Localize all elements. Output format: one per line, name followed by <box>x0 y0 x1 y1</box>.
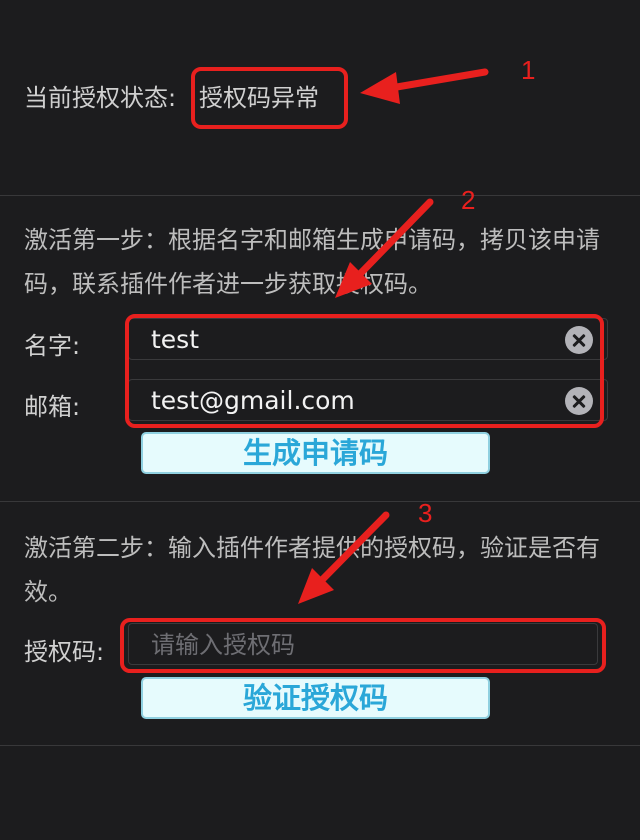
step1-section: 激活第一步：根据名字和邮箱生成申请码，拷贝该申请码，联系插件作者进一步获取授权码… <box>0 196 640 501</box>
step2-description: 激活第二步：输入插件作者提供的授权码，验证是否有效。 <box>24 534 600 606</box>
email-field[interactable]: test@gmail.com <box>128 379 608 421</box>
annotation-number-3: 3 <box>418 498 433 528</box>
status-label: 当前授权状态: <box>24 84 177 112</box>
name-field-value[interactable]: test <box>151 323 199 357</box>
status-value: 授权码异常 <box>199 84 319 112</box>
clear-email-icon[interactable] <box>565 387 593 415</box>
step1-description: 激活第一步：根据名字和邮箱生成申请码，拷贝该申请码，联系插件作者进一步获取授权码… <box>24 226 600 298</box>
divider <box>0 745 640 746</box>
annotation-number-2: 2 <box>461 185 476 215</box>
auth-code-field[interactable] <box>128 623 598 665</box>
annotation-number-1: 1 <box>521 55 536 85</box>
verify-auth-code-button[interactable]: 验证授权码 <box>141 677 490 719</box>
email-label: 邮箱: <box>24 393 81 421</box>
name-field[interactable]: test <box>128 318 608 360</box>
clear-name-icon[interactable] <box>565 326 593 354</box>
auth-code-label: 授权码: <box>24 638 105 666</box>
license-activation-screen: 当前授权状态: 授权码异常 激活第一步：根据名字和邮箱生成申请码，拷贝该申请码，… <box>0 0 640 840</box>
auth-code-input[interactable] <box>149 627 593 663</box>
generate-request-code-button[interactable]: 生成申请码 <box>141 432 490 474</box>
name-label: 名字: <box>24 332 81 360</box>
step2-section: 激活第二步：输入插件作者提供的授权码，验证是否有效。 授权码: 验证授权码 <box>0 502 640 745</box>
email-field-value[interactable]: test@gmail.com <box>151 384 355 418</box>
status-section: 当前授权状态: 授权码异常 <box>0 0 640 195</box>
